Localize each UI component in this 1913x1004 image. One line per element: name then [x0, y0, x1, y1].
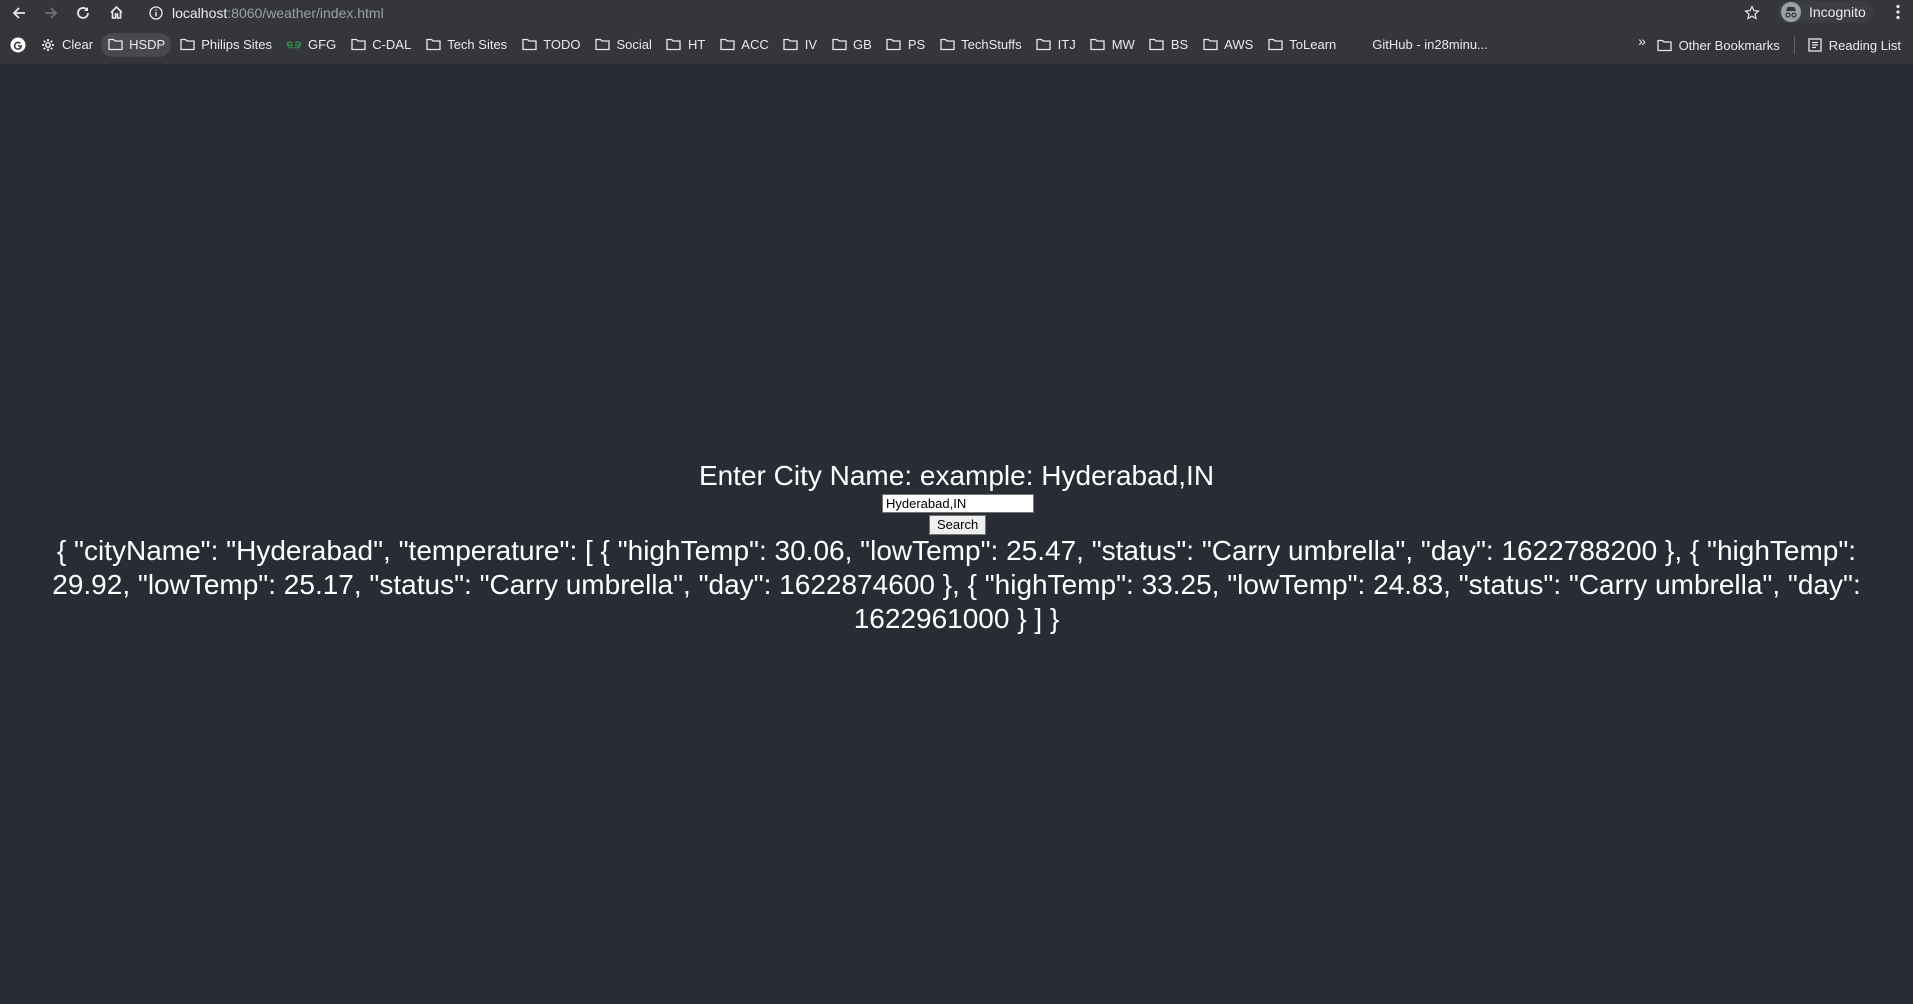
bookmark-label: Clear [62, 37, 94, 52]
browser-menu-icon[interactable] [1888, 2, 1908, 22]
folder-icon [179, 37, 195, 53]
weather-page: Enter City Name: example: Hyderabad,IN S… [0, 65, 1913, 1004]
bookmark-techstuffs[interactable]: TechStuffs [933, 33, 1027, 57]
search-button[interactable]: Search [929, 515, 987, 535]
reading-list-button[interactable]: Reading List [1801, 33, 1907, 57]
bookmarks-bar: Clear HSDP Philips Sites GFG C-DAL Tech Sites… [0, 25, 1913, 65]
bookmark-aws[interactable]: AWS [1196, 33, 1259, 57]
folder-icon [521, 37, 537, 53]
bookmark-acc[interactable]: ACC [713, 33, 774, 57]
folder-icon [783, 37, 799, 53]
bookmark-ht[interactable]: HT [660, 33, 711, 57]
url-host: localhost [172, 4, 228, 21]
bookmark-philips-sites[interactable]: Philips Sites [173, 33, 278, 57]
incognito-icon [1781, 2, 1801, 22]
weather-result-json: { "cityName": "Hyderabad", "temperature"… [52, 535, 1861, 634]
bookmark-star-icon[interactable] [1742, 3, 1762, 23]
bookmark-label: Social [616, 37, 652, 52]
folder-icon [1202, 37, 1218, 53]
folder-icon [886, 37, 902, 53]
url-path: :8060/weather/index.html [227, 4, 384, 21]
reload-button[interactable] [67, 0, 99, 25]
bookmark-github-in28minu[interactable]: GitHub - in28minu... [1344, 33, 1494, 57]
back-button[interactable] [3, 0, 35, 25]
gear-icon [40, 37, 56, 53]
folder-icon [831, 37, 847, 53]
bookmark-mw[interactable]: MW [1084, 33, 1141, 57]
browser-toolbar: localhost:8060/weather/index.html Incogn… [0, 0, 1913, 25]
bookmark-label: HSDP [129, 37, 166, 52]
folder-icon [1657, 37, 1673, 53]
bookmark-label: HT [687, 37, 706, 52]
bookmark-label: TODO [543, 37, 581, 52]
bookmark-label: MW [1111, 37, 1135, 52]
bookmark-label: ToLearn [1289, 37, 1337, 52]
bookmark-social[interactable]: Social [589, 33, 658, 57]
bookmark-c-dal[interactable]: C-DAL [344, 33, 417, 57]
reload-icon [77, 6, 89, 19]
bookmark-label: GB [853, 37, 872, 52]
folder-icon [1090, 37, 1106, 53]
bookmark-label: AWS [1224, 37, 1254, 52]
reading-list-label: Reading List [1828, 37, 1901, 53]
reading-list-icon [1807, 37, 1823, 53]
bookmark-label: GFG [308, 37, 337, 52]
page-heading: Enter City Name: example: Hyderabad,IN [698, 460, 1215, 491]
folder-icon [107, 37, 123, 53]
bookmark-label: C-DAL [372, 37, 412, 52]
google-apps-icon[interactable] [0, 33, 32, 57]
home-icon [109, 5, 123, 19]
folder-icon [1149, 37, 1165, 53]
bookmark-bs[interactable]: BS [1143, 33, 1194, 57]
folder-icon [719, 37, 735, 53]
forward-button[interactable] [35, 0, 67, 25]
folder-icon [1267, 37, 1283, 53]
bookmark-itj[interactable]: ITJ [1030, 33, 1082, 57]
bookmark-label: GitHub - in28minu... [1372, 37, 1488, 52]
bookmarks-overflow-chevron[interactable]: » [1632, 33, 1652, 49]
site-info-icon[interactable] [148, 5, 164, 21]
bookmark-gb[interactable]: GB [825, 33, 878, 57]
bookmark-label: Tech Sites [447, 37, 508, 52]
bookmark-label: ITJ [1057, 37, 1076, 52]
bookmark-label: ACC [741, 37, 769, 52]
bookmark-todo[interactable]: TODO [515, 33, 586, 57]
url-text: localhost:8060/weather/index.html [172, 5, 384, 21]
folder-icon [1036, 37, 1052, 53]
folder-icon [666, 37, 682, 53]
bookmark-hsdp[interactable]: HSDP [101, 32, 172, 57]
incognito-profile-button[interactable]: Incognito [1778, 1, 1874, 23]
github-icon [1350, 37, 1366, 53]
bookmark-clear[interactable]: Clear [34, 33, 99, 57]
city-name-input[interactable] [882, 494, 1034, 513]
incognito-label: Incognito [1809, 4, 1866, 20]
other-bookmarks-folder[interactable]: Other Bookmarks [1651, 33, 1786, 57]
bookmark-label: PS [907, 37, 926, 52]
bookmark-label: IV [804, 37, 818, 52]
forward-arrow-icon [45, 6, 58, 19]
other-bookmarks-label: Other Bookmarks [1678, 37, 1780, 53]
bookmark-tolearn[interactable]: ToLearn [1261, 33, 1342, 57]
bookmark-ps[interactable]: PS [880, 33, 931, 57]
bookmark-label: BS [1170, 37, 1189, 52]
folder-icon [350, 37, 366, 53]
home-button[interactable] [100, 0, 132, 25]
bookmark-label: TechStuffs [961, 37, 1022, 52]
gfg-icon [286, 37, 302, 53]
folder-icon [595, 37, 611, 53]
folder-icon [939, 37, 955, 53]
bookmark-iv[interactable]: IV [777, 33, 823, 57]
bookmarks-divider [1793, 36, 1795, 54]
folder-icon [425, 37, 441, 53]
address-bar[interactable]: localhost:8060/weather/index.html [140, 0, 1760, 25]
back-arrow-icon [12, 6, 25, 19]
bookmark-gfg[interactable]: GFG [280, 33, 342, 57]
bookmark-tech-sites[interactable]: Tech Sites [419, 33, 513, 57]
bookmark-label: Philips Sites [201, 37, 273, 52]
